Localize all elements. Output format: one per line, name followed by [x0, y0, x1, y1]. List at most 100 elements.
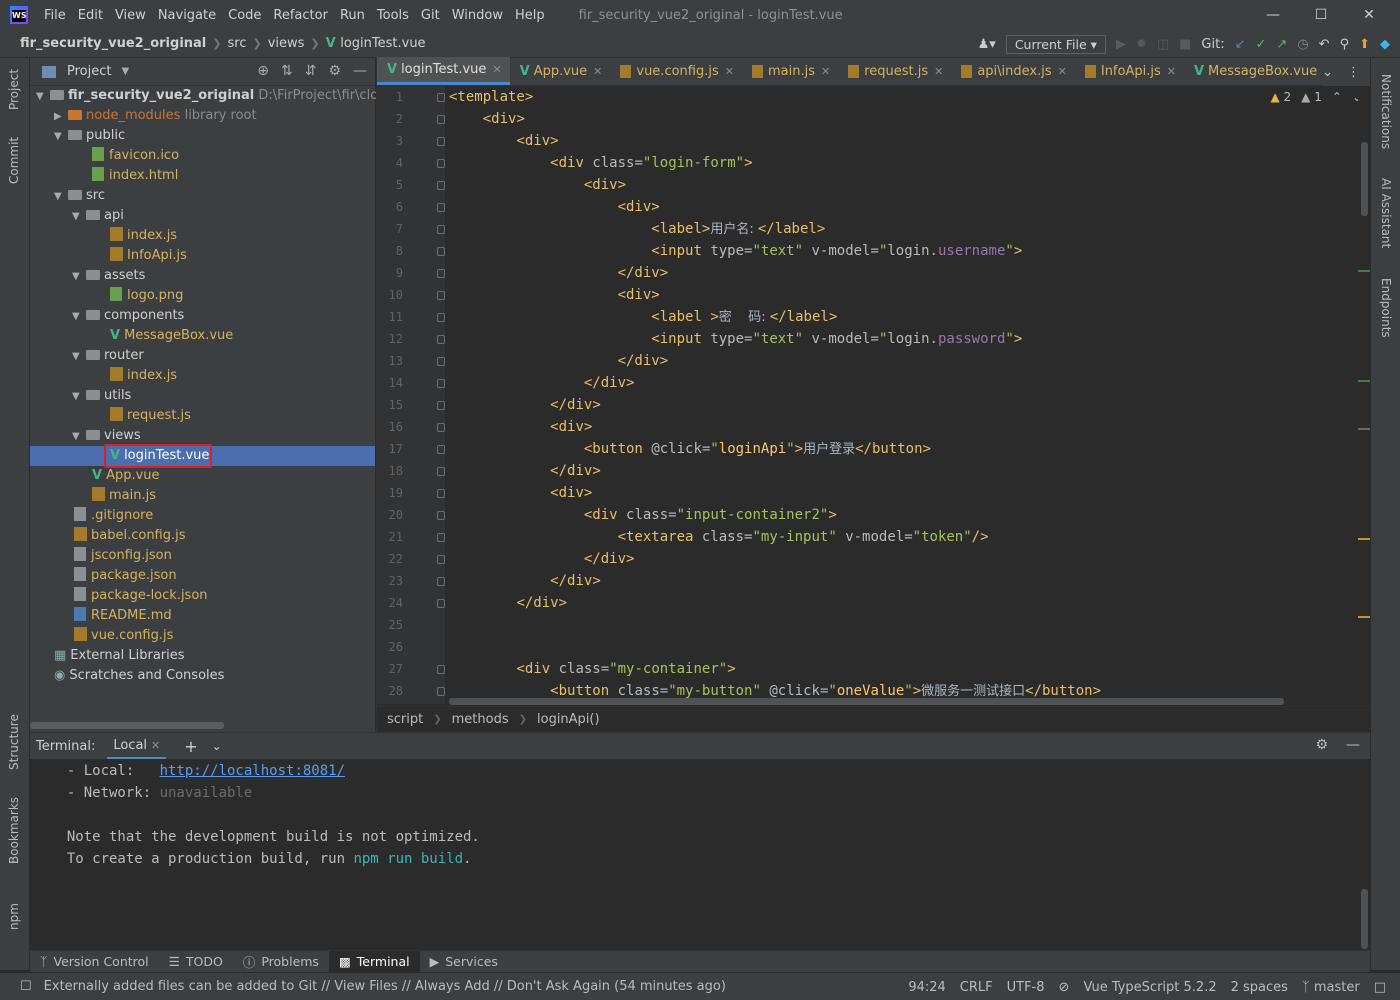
git-commit-icon[interactable]: ✓	[1256, 37, 1267, 52]
hide-icon[interactable]: —	[353, 63, 367, 79]
fold-marker-icon[interactable]	[437, 599, 445, 608]
tool-tab-notifications[interactable]: Notifications	[1379, 74, 1393, 149]
menu-view[interactable]: View	[109, 8, 152, 23]
coverage-icon[interactable]: ◫	[1157, 37, 1169, 52]
indent-setting[interactable]: 2 spaces	[1231, 980, 1288, 995]
chevron-down-icon[interactable]: ▼	[54, 187, 68, 207]
chevron-up-icon[interactable]: ⌃	[1332, 90, 1342, 104]
chevron-down-icon[interactable]: ▼	[121, 66, 129, 77]
tab-vue-config-js[interactable]: vue.config.js ✕	[610, 57, 742, 85]
close-icon[interactable]: ✕	[593, 65, 602, 78]
expand-all-icon[interactable]: ⇅	[281, 63, 293, 79]
tree-item-favicon[interactable]: favicon.ico	[92, 146, 179, 166]
tree-item-scratches[interactable]: ◉ Scratches and Consoles	[54, 666, 224, 686]
chevron-down-icon[interactable]: ▼	[72, 267, 86, 287]
tree-item-infoapi-js[interactable]: InfoApi.js	[110, 246, 187, 266]
update-icon[interactable]: ⬆	[1359, 37, 1370, 52]
code-breadcrumb-loginapi[interactable]: loginApi()	[537, 712, 600, 727]
close-icon[interactable]: ✕	[1058, 65, 1067, 78]
chevron-down-icon[interactable]: ⌄	[1322, 65, 1333, 80]
tree-item-request-js[interactable]: request.js	[110, 406, 191, 426]
tree-item-gitignore[interactable]: .gitignore	[74, 506, 153, 526]
breadcrumb-src[interactable]: src	[221, 36, 246, 51]
fold-marker-icon[interactable]	[437, 181, 445, 190]
status-message[interactable]: Externally added files can be added to G…	[44, 979, 726, 994]
webstorm-logo-icon[interactable]: WS	[10, 6, 28, 24]
tree-item-readme[interactable]: README.md	[74, 606, 172, 626]
code-breadcrumb-script[interactable]: script	[387, 712, 423, 727]
fold-marker-icon[interactable]	[437, 137, 445, 146]
tree-item-root[interactable]: ▼ fir_security_vue2_original D:\FirProjec…	[36, 86, 413, 106]
git-branch[interactable]: ᛉ master	[1302, 980, 1360, 995]
menu-git[interactable]: Git	[415, 8, 446, 23]
fold-marker-icon[interactable]	[437, 489, 445, 498]
fold-marker-icon[interactable]	[437, 115, 445, 124]
menu-code[interactable]: Code	[222, 8, 267, 23]
weak-warning-count[interactable]: ▲ 1	[1301, 90, 1322, 104]
tree-item-assets[interactable]: ▼ assets	[72, 266, 145, 286]
chevron-down-icon[interactable]: ▼	[54, 127, 68, 147]
tab-api-index-js[interactable]: api\index.js ✕	[951, 57, 1075, 85]
fold-marker-icon[interactable]	[437, 357, 445, 366]
tree-item-node-modules[interactable]: ▶ node_modules library root	[54, 106, 257, 126]
fold-marker-icon[interactable]	[437, 533, 445, 542]
close-icon[interactable]: ✕	[1167, 65, 1176, 78]
tree-item-utils[interactable]: ▼ utils	[72, 386, 131, 406]
menu-window[interactable]: Window	[446, 8, 509, 23]
menu-refactor[interactable]: Refactor	[267, 8, 334, 23]
chevron-down-icon[interactable]: ▼	[72, 207, 86, 227]
fold-marker-icon[interactable]	[437, 577, 445, 586]
chevron-down-icon[interactable]: ▼	[72, 307, 86, 327]
debug-icon[interactable]: ✹	[1136, 37, 1147, 52]
user-icon[interactable]: ♟▾	[978, 37, 996, 52]
tool-tab-endpoints[interactable]: Endpoints	[1379, 278, 1393, 338]
tree-item-public[interactable]: ▼ public	[54, 126, 125, 146]
gear-icon[interactable]: ⚙	[328, 63, 341, 79]
fold-marker-icon[interactable]	[437, 159, 445, 168]
tab-messagebox-vue[interactable]: VMessageBox.vue✕	[1184, 57, 1341, 85]
tree-item-app-vue[interactable]: V App.vue	[92, 466, 160, 486]
tool-tab-npm[interactable]: npm	[7, 903, 21, 930]
fold-marker-icon[interactable]	[437, 269, 445, 278]
git-update-icon[interactable]: ↙	[1235, 37, 1246, 52]
more-icon[interactable]: ⋮	[1347, 65, 1360, 80]
lock-icon[interactable]: □	[1374, 980, 1386, 995]
project-horizontal-scrollbar[interactable]	[30, 722, 224, 729]
gear-icon[interactable]: ⚙	[1315, 737, 1328, 753]
fold-marker-icon[interactable]	[437, 291, 445, 300]
tool-tab-commit[interactable]: Commit	[7, 137, 21, 184]
close-icon[interactable]: ✕	[151, 739, 160, 752]
fold-marker-icon[interactable]	[437, 401, 445, 410]
tab-infoapi-js[interactable]: InfoApi.js ✕	[1075, 57, 1184, 85]
tool-problems[interactable]: ⓘ Problems	[233, 951, 329, 973]
tool-terminal[interactable]: ▩ Terminal	[328, 950, 420, 973]
menu-navigate[interactable]: Navigate	[152, 8, 222, 23]
fold-marker-icon[interactable]	[437, 445, 445, 454]
tool-services[interactable]: ▶ Services	[420, 951, 508, 973]
menu-run[interactable]: Run	[334, 8, 371, 23]
tree-item-package-json[interactable]: package.json	[74, 566, 177, 586]
tree-item-messagebox-vue[interactable]: V MessageBox.vue	[110, 326, 233, 346]
fold-marker-icon[interactable]	[437, 203, 445, 212]
warning-count[interactable]: ▲ 2	[1270, 90, 1291, 104]
stop-icon[interactable]: ■	[1179, 37, 1191, 52]
close-icon[interactable]: ✕	[1346, 0, 1392, 30]
close-icon[interactable]: ✕	[725, 65, 734, 78]
scrollbar-thumb[interactable]	[1361, 142, 1368, 216]
tool-version-control[interactable]: ᛉ Version Control	[30, 951, 159, 973]
tree-item-vue-config[interactable]: vue.config.js	[74, 626, 173, 646]
file-encoding[interactable]: UTF-8	[1007, 980, 1045, 995]
tool-todo[interactable]: ☰ TODO	[159, 951, 233, 973]
terminal-tab-local[interactable]: Local ✕	[107, 733, 167, 759]
tool-tab-project[interactable]: Project	[7, 69, 21, 110]
tab-request-js[interactable]: request.js ✕	[838, 57, 951, 85]
editor-horizontal-scrollbar[interactable]	[449, 698, 1284, 705]
close-icon[interactable]: ✕	[821, 65, 830, 78]
tree-item-package-lock[interactable]: package-lock.json	[74, 586, 208, 606]
menu-tools[interactable]: Tools	[371, 8, 415, 23]
local-url-link[interactable]: http://localhost:8081/	[160, 763, 345, 779]
assistant-icon[interactable]: ◆	[1380, 37, 1390, 52]
terminal-scrollbar[interactable]	[1361, 889, 1368, 949]
git-push-icon[interactable]: ↗	[1276, 37, 1287, 52]
fold-marker-icon[interactable]	[437, 665, 445, 674]
